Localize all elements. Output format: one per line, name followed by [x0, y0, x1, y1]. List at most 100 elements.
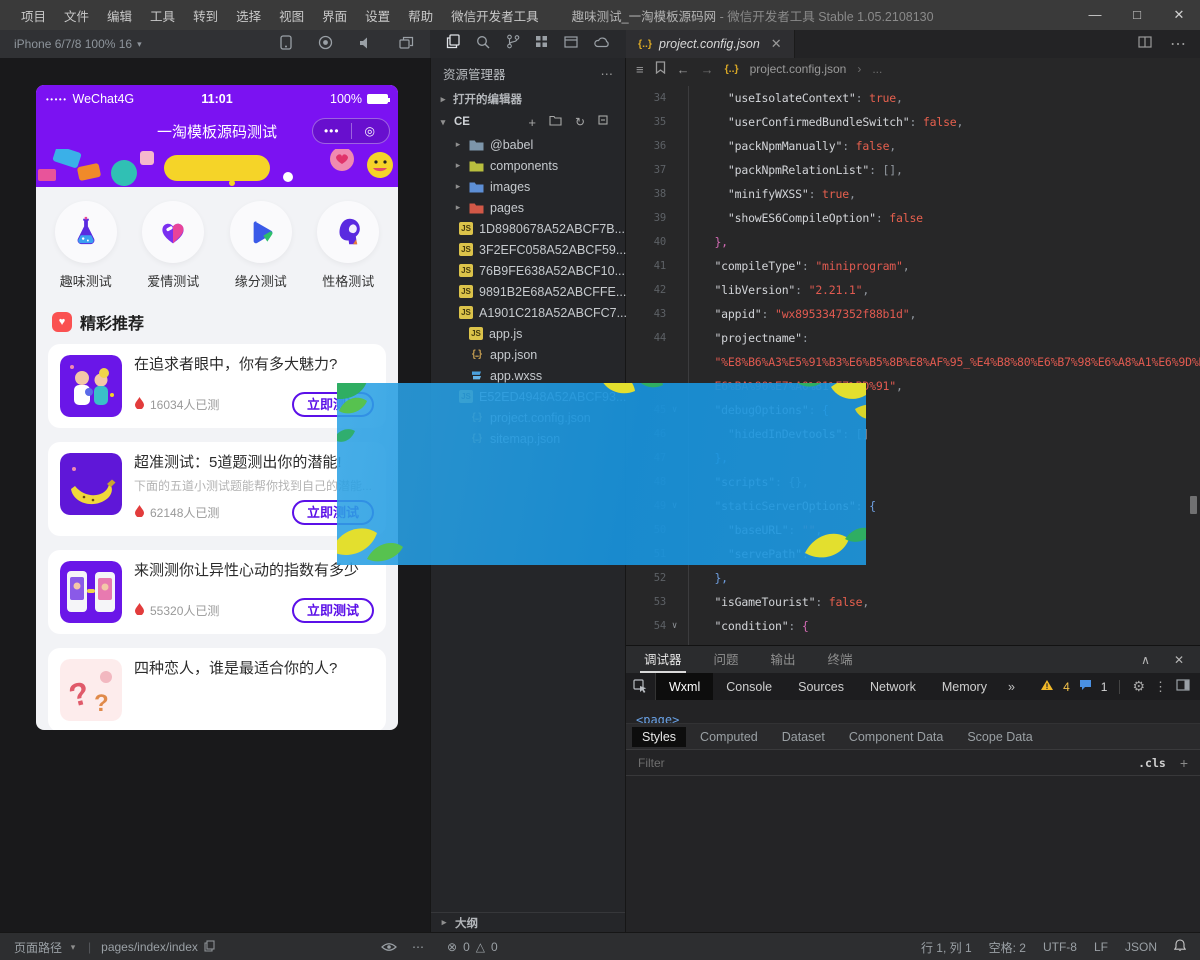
tab-close-icon[interactable]: ✕ — [771, 36, 782, 52]
wxml-tree[interactable]: <page> — [626, 700, 1200, 724]
window-icon[interactable] — [564, 35, 578, 53]
message-icon[interactable] — [1079, 679, 1092, 694]
refresh-icon[interactable]: ↻ — [575, 115, 585, 129]
more-tabs-icon[interactable]: » — [1000, 680, 1023, 694]
list-icon[interactable]: ≡ — [636, 62, 644, 77]
styles-tab-styles[interactable]: Styles — [632, 727, 686, 747]
collapse-panel-icon[interactable]: ∧ — [1141, 653, 1150, 667]
encoding[interactable]: UTF-8 — [1043, 940, 1077, 954]
category-flask[interactable]: 趣味测试 — [49, 201, 123, 290]
menu-item[interactable]: 工具 — [141, 6, 184, 25]
warning-icon[interactable] — [1040, 679, 1054, 694]
cloud-icon[interactable] — [594, 35, 610, 53]
debugger-tab-终端[interactable]: 终端 — [824, 646, 857, 673]
copy-files-icon[interactable] — [446, 34, 460, 54]
dock-side-icon[interactable] — [1176, 679, 1190, 694]
add-style-icon[interactable]: + — [1180, 755, 1188, 771]
explorer-item[interactable]: ▸pages — [431, 197, 625, 218]
grid-icon[interactable] — [535, 35, 548, 53]
styles-tab-dataset[interactable]: Dataset — [772, 727, 835, 747]
debugger-tab-问题[interactable]: 问题 — [710, 646, 743, 673]
minimize-button[interactable]: — — [1074, 7, 1116, 23]
devtools-tab-network[interactable]: Network — [857, 673, 929, 700]
breadcrumb-more[interactable]: ... — [872, 62, 882, 76]
menu-item[interactable]: 帮助 — [399, 6, 442, 25]
explorer-item[interactable]: JS3F2EFC058A52ABCF59... — [431, 239, 625, 260]
record-icon[interactable] — [318, 35, 333, 53]
project-root[interactable]: ▾ CE +↻ — [431, 110, 625, 134]
back-icon[interactable]: ← — [677, 62, 690, 77]
chevron-down-icon[interactable]: ▾ — [68, 942, 78, 953]
menu-item[interactable]: 设置 — [356, 6, 399, 25]
explorer-item[interactable]: JS1D8980678A52ABCF7B... — [431, 218, 625, 239]
wxml-node[interactable]: <page> — [626, 713, 679, 724]
quiz-card[interactable]: 来测测你让异性心动的指数有多少55320人已测立即测试 — [48, 550, 386, 634]
devtools-tab-memory[interactable]: Memory — [929, 673, 1000, 700]
debugger-tab-输出[interactable]: 输出 — [767, 646, 800, 673]
open-editors-section[interactable]: ▸ 打开的编辑器 — [431, 88, 625, 110]
outline-section[interactable]: ▸ 大纲 — [431, 912, 625, 932]
explorer-item[interactable]: ▸components — [431, 155, 625, 176]
devtools-tab-wxml[interactable]: Wxml — [656, 673, 713, 700]
banner-illustration[interactable] — [36, 149, 398, 187]
page-path-label[interactable]: 页面路径 — [14, 939, 62, 956]
styles-filter-input[interactable] — [638, 756, 1138, 770]
breadcrumb-file[interactable]: project.config.json — [750, 62, 847, 76]
new-folder-icon[interactable] — [549, 115, 562, 129]
menu-item[interactable]: 编辑 — [98, 6, 141, 25]
devtools-tab-sources[interactable]: Sources — [785, 673, 857, 700]
kebab-menu-icon[interactable]: ⋮ — [1154, 679, 1167, 695]
styles-tab-computed[interactable]: Computed — [690, 727, 768, 747]
styles-tab-scope-data[interactable]: Scope Data — [957, 727, 1042, 747]
quiz-card[interactable]: 超准测试：5道题测出你的潜能!下面的五道小测试题能帮你找到自己的潜能...621… — [48, 442, 386, 536]
explorer-item[interactable]: ▸images — [431, 176, 625, 197]
split-editor-icon[interactable] — [1138, 35, 1152, 53]
explorer-more-icon[interactable]: ⋯ — [601, 66, 614, 81]
fold-chevron-icon[interactable]: ∨ — [666, 621, 683, 631]
explorer-item[interactable]: JS9891B2E68A52ABCFFE... — [431, 281, 625, 302]
exit-target-icon[interactable]: ◎ — [352, 124, 390, 138]
preview-eye[interactable] — [381, 933, 397, 960]
multi-window-icon[interactable] — [399, 36, 414, 53]
phone-icon[interactable] — [280, 35, 292, 53]
inspect-element-icon[interactable] — [626, 673, 656, 700]
editor-scrollbar[interactable] — [1190, 496, 1197, 514]
git-branch-icon[interactable] — [506, 34, 520, 54]
styles-tab-component-data[interactable]: Component Data — [839, 727, 954, 747]
close-button[interactable]: ✕ — [1158, 7, 1200, 23]
page-path-value[interactable]: pages/index/index — [101, 940, 198, 954]
quiz-card[interactable]: ??四种恋人，谁是最适合你的人? — [48, 648, 386, 730]
maximize-button[interactable]: □ — [1116, 7, 1158, 23]
search-icon[interactable] — [476, 35, 490, 54]
indent-setting[interactable]: 空格: 2 — [989, 939, 1026, 956]
language-mode[interactable]: JSON — [1125, 940, 1157, 954]
explorer-item[interactable]: ▸@babel — [431, 134, 625, 155]
forward-icon[interactable]: → — [701, 62, 714, 77]
bell-icon[interactable] — [1174, 939, 1186, 955]
explorer-item[interactable]: JSapp.js — [431, 323, 625, 344]
menu-item[interactable]: 选择 — [227, 6, 270, 25]
new-file-icon[interactable]: + — [528, 115, 536, 130]
menu-item[interactable]: 项目 — [12, 6, 55, 25]
menu-item[interactable]: 微信开发者工具 — [442, 6, 548, 25]
tab-project-config-json[interactable]: {..} project.config.json ✕ — [626, 30, 795, 58]
more-actions-icon[interactable]: ⋯ — [1170, 34, 1186, 54]
menu-item[interactable]: 界面 — [313, 6, 356, 25]
cls-toggle[interactable]: .cls — [1138, 756, 1166, 770]
bookmark-icon[interactable] — [655, 61, 666, 77]
menu-item[interactable]: 视图 — [270, 6, 313, 25]
settings-gear-icon[interactable]: ⚙ — [1132, 678, 1145, 695]
menu-item[interactable]: 转到 — [184, 6, 227, 25]
cursor-position[interactable]: 行 1, 列 1 — [921, 939, 972, 956]
close-panel-icon[interactable]: ✕ — [1174, 653, 1184, 667]
category-triangle[interactable]: 缘分测试 — [224, 201, 298, 290]
copy-path-icon[interactable] — [204, 940, 215, 955]
more-menu-icon[interactable]: ••• — [313, 124, 351, 138]
category-head[interactable]: 性格测试 — [311, 201, 385, 290]
category-heart[interactable]: 爱情测试 — [136, 201, 210, 290]
menu-item[interactable]: 文件 — [55, 6, 98, 25]
problems-group[interactable]: ⊗ 0 △ 0 — [447, 933, 498, 960]
explorer-item[interactable]: JSA1901C218A52ABCFC7... — [431, 302, 625, 323]
devtools-tab-console[interactable]: Console — [713, 673, 785, 700]
explorer-item[interactable]: {..}app.json — [431, 344, 625, 365]
